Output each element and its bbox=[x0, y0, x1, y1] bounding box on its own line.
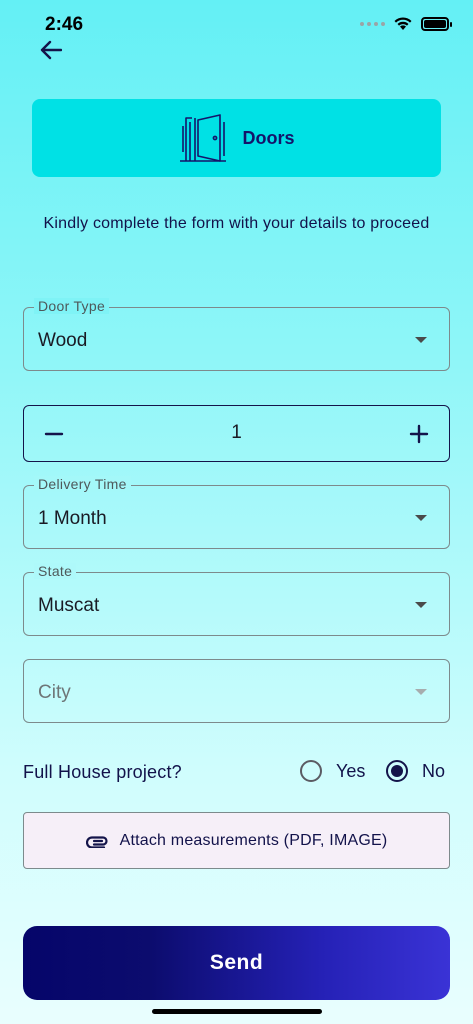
full-house-question: Full House project? bbox=[23, 762, 182, 782]
caret-down-icon bbox=[415, 689, 427, 695]
caret-down-icon bbox=[415, 515, 427, 521]
home-indicator bbox=[152, 1009, 322, 1014]
radio-yes[interactable] bbox=[300, 760, 322, 782]
plus-icon bbox=[409, 424, 429, 444]
increment-button[interactable] bbox=[399, 414, 439, 454]
signal-icon bbox=[360, 21, 385, 26]
door-icon bbox=[180, 114, 227, 162]
back-button[interactable] bbox=[36, 36, 66, 64]
state-value: Muscat bbox=[38, 595, 100, 616]
delivery-time-value: 1 Month bbox=[38, 508, 107, 529]
caret-down-icon bbox=[415, 602, 427, 608]
send-button[interactable]: Send bbox=[23, 926, 450, 1000]
state-select[interactable]: State Muscat bbox=[23, 563, 450, 636]
state-label: State bbox=[34, 563, 77, 579]
radio-option-yes[interactable]: Yes bbox=[300, 760, 365, 782]
door-type-value: Wood bbox=[38, 330, 88, 351]
intro-text: Kindly complete the form with your detai… bbox=[43, 215, 430, 232]
delivery-time-label: Delivery Time bbox=[34, 476, 131, 492]
category-header: Doors bbox=[32, 99, 441, 177]
paperclip-icon bbox=[85, 835, 108, 848]
radio-yes-label: Yes bbox=[336, 760, 366, 781]
city-placeholder: City bbox=[38, 682, 71, 703]
door-type-label: Door Type bbox=[34, 298, 110, 314]
attach-measurements-button[interactable]: Attach measurements (PDF, IMAGE) bbox=[23, 812, 450, 869]
battery-icon bbox=[421, 16, 452, 31]
radio-option-no[interactable]: No bbox=[386, 760, 445, 782]
city-select[interactable]: City bbox=[23, 659, 450, 723]
arrow-left-icon bbox=[40, 40, 62, 60]
quantity-stepper: 1 bbox=[23, 405, 450, 462]
caret-down-icon bbox=[415, 337, 427, 343]
delivery-time-select[interactable]: Delivery Time 1 Month bbox=[23, 476, 450, 549]
send-label: Send bbox=[209, 951, 264, 974]
attach-label: Attach measurements (PDF, IMAGE) bbox=[119, 831, 388, 849]
header-title: Doors bbox=[242, 127, 295, 148]
radio-no-label: No bbox=[422, 760, 446, 781]
status-bar: 2:46 bbox=[0, 0, 473, 44]
wifi-icon bbox=[394, 17, 412, 30]
status-time: 2:46 bbox=[45, 14, 84, 35]
status-icons bbox=[360, 16, 452, 31]
radio-no[interactable] bbox=[386, 760, 408, 782]
door-type-select[interactable]: Door Type Wood bbox=[23, 298, 450, 371]
quantity-value: 1 bbox=[231, 422, 242, 443]
